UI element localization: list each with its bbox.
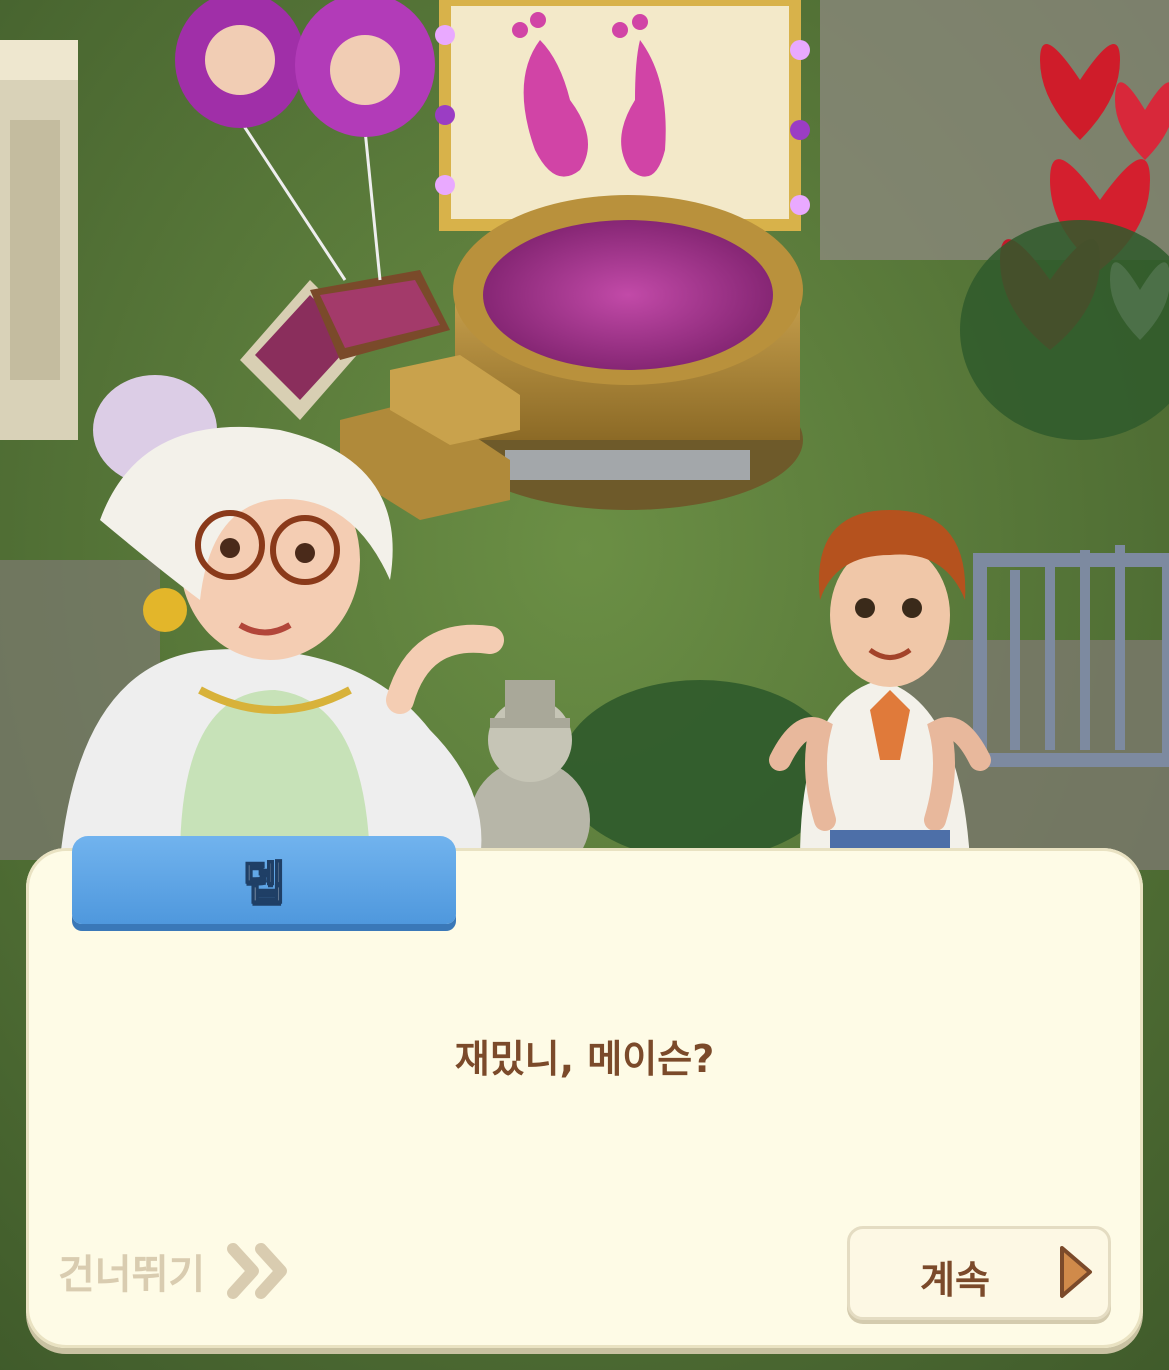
continue-label: 계속	[920, 1258, 990, 1302]
skip-label: 건너뛰기	[58, 1252, 206, 1298]
double-chevron-right-icon	[227, 1243, 288, 1299]
speaker-name: 뎁	[242, 855, 286, 911]
skip-button[interactable]: 건너뛰기	[58, 1238, 291, 1304]
play-triangle-icon	[1060, 1246, 1092, 1298]
speaker-name-tab: 뎁	[72, 836, 456, 924]
continue-button[interactable]: 계속	[847, 1226, 1111, 1320]
stone-pillar	[0, 40, 78, 440]
footprint-banner	[435, 0, 810, 231]
hedge-center	[560, 680, 840, 860]
dialog-text: 재밌니, 메이슨?	[454, 1037, 715, 1081]
